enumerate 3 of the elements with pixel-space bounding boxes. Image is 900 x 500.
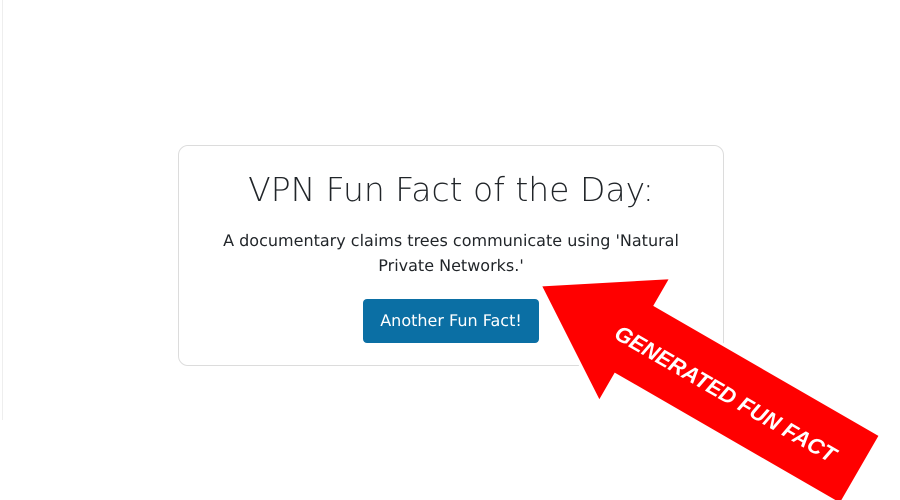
fact-text: A documentary claims trees communicate using 'Natural Private Networks.' (222, 230, 680, 278)
card-title: VPN Fun Fact of the Day: (247, 170, 655, 210)
another-fact-button[interactable]: Another Fun Fact! (363, 298, 539, 343)
